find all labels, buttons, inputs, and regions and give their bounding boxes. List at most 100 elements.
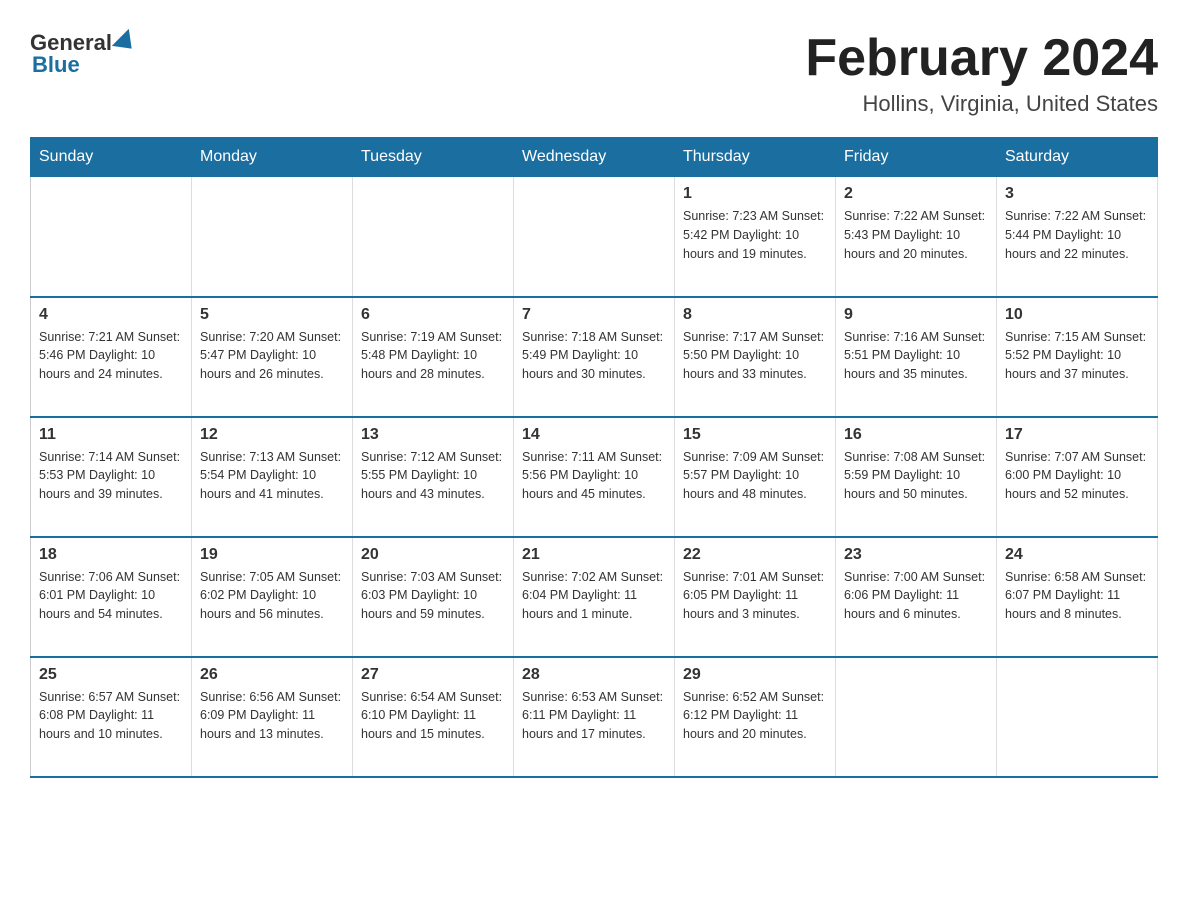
day-info: Sunrise: 7:14 AM Sunset: 5:53 PM Dayligh… (39, 448, 183, 504)
day-number: 17 (1005, 426, 1149, 444)
day-info: Sunrise: 7:03 AM Sunset: 6:03 PM Dayligh… (361, 568, 505, 624)
calendar-day-17: 17 Sunrise: 7:07 AM Sunset: 6:00 PM Dayli… (997, 417, 1158, 537)
day-number: 21 (522, 546, 666, 564)
calendar-day-9: 9Sunrise: 7:16 AM Sunset: 5:51 PM Daylig… (836, 297, 997, 417)
day-info: Sunrise: 7:22 AM Sunset: 5:43 PM Dayligh… (844, 207, 988, 263)
day-info: Sunrise: 7:11 AM Sunset: 5:56 PM Dayligh… (522, 448, 666, 504)
day-number: 12 (200, 426, 344, 444)
day-number: 8 (683, 306, 827, 324)
calendar-empty-cell (836, 657, 997, 777)
day-number: 9 (844, 306, 988, 324)
calendar-day-12: 12 Sunrise: 7:13 AM Sunset: 5:54 PM Dayli… (192, 417, 353, 537)
calendar-day-29: 29 Sunrise: 6:52 AM Sunset: 6:12 PM Dayli… (675, 657, 836, 777)
calendar-day-19: 19 Sunrise: 7:05 AM Sunset: 6:02 PM Dayli… (192, 537, 353, 657)
calendar-day-10: 10Sunrise: 7:15 AM Sunset: 5:52 PM Dayli… (997, 297, 1158, 417)
calendar-day-13: 13Sunrise: 7:12 AM Sunset: 5:55 PM Dayli… (353, 417, 514, 537)
day-info: Sunrise: 7:18 AM Sunset: 5:49 PM Dayligh… (522, 328, 666, 384)
day-info: Sunrise: 6:56 AM Sunset: 6:09 PM Dayligh… (200, 688, 344, 744)
day-info: Sunrise: 6:54 AM Sunset: 6:10 PM Dayligh… (361, 688, 505, 744)
calendar-day-21: 21 Sunrise: 7:02 AM Sunset: 6:04 PM Dayli… (514, 537, 675, 657)
weekday-header-monday: Monday (192, 138, 353, 177)
calendar-week-row: 25 Sunrise: 6:57 AM Sunset: 6:08 PM Dayli… (31, 657, 1158, 777)
calendar-week-row: 18Sunrise: 7:06 AM Sunset: 6:01 PM Dayli… (31, 537, 1158, 657)
day-info: Sunrise: 7:08 AM Sunset: 5:59 PM Dayligh… (844, 448, 988, 504)
weekday-header-sunday: Sunday (31, 138, 192, 177)
calendar-day-23: 23 Sunrise: 7:00 AM Sunset: 6:06 PM Dayli… (836, 537, 997, 657)
day-info: Sunrise: 7:09 AM Sunset: 5:57 PM Dayligh… (683, 448, 827, 504)
logo-arrow-icon (112, 29, 140, 57)
day-info: Sunrise: 6:53 AM Sunset: 6:11 PM Dayligh… (522, 688, 666, 744)
calendar-empty-cell (31, 177, 192, 297)
calendar-day-28: 28 Sunrise: 6:53 AM Sunset: 6:11 PM Dayli… (514, 657, 675, 777)
day-info: Sunrise: 7:00 AM Sunset: 6:06 PM Dayligh… (844, 568, 988, 624)
day-number: 22 (683, 546, 827, 564)
calendar-day-5: 5Sunrise: 7:20 AM Sunset: 5:47 PM Daylig… (192, 297, 353, 417)
day-number: 26 (200, 666, 344, 684)
calendar-day-27: 27 Sunrise: 6:54 AM Sunset: 6:10 PM Dayli… (353, 657, 514, 777)
calendar-day-7: 7 Sunrise: 7:18 AM Sunset: 5:49 PM Daylig… (514, 297, 675, 417)
calendar-day-22: 22 Sunrise: 7:01 AM Sunset: 6:05 PM Dayli… (675, 537, 836, 657)
calendar-day-24: 24 Sunrise: 6:58 AM Sunset: 6:07 PM Dayli… (997, 537, 1158, 657)
calendar-header-row: SundayMondayTuesdayWednesdayThursdayFrid… (31, 138, 1158, 177)
calendar-day-2: 2 Sunrise: 7:22 AM Sunset: 5:43 PM Daylig… (836, 177, 997, 297)
logo-blue-text: Blue (32, 52, 80, 78)
calendar-table: SundayMondayTuesdayWednesdayThursdayFrid… (30, 137, 1158, 778)
day-info: Sunrise: 7:22 AM Sunset: 5:44 PM Dayligh… (1005, 207, 1149, 263)
calendar-week-row: 11 Sunrise: 7:14 AM Sunset: 5:53 PM Dayli… (31, 417, 1158, 537)
day-info: Sunrise: 6:57 AM Sunset: 6:08 PM Dayligh… (39, 688, 183, 744)
day-number: 15 (683, 426, 827, 444)
calendar-empty-cell (997, 657, 1158, 777)
day-number: 23 (844, 546, 988, 564)
calendar-day-8: 8 Sunrise: 7:17 AM Sunset: 5:50 PM Daylig… (675, 297, 836, 417)
day-number: 13 (361, 426, 505, 444)
day-info: Sunrise: 7:13 AM Sunset: 5:54 PM Dayligh… (200, 448, 344, 504)
day-info: Sunrise: 7:01 AM Sunset: 6:05 PM Dayligh… (683, 568, 827, 624)
page-header: General Blue February 2024 Hollins, Virg… (30, 30, 1158, 117)
calendar-day-4: 4Sunrise: 7:21 AM Sunset: 5:46 PM Daylig… (31, 297, 192, 417)
calendar-day-16: 16Sunrise: 7:08 AM Sunset: 5:59 PM Dayli… (836, 417, 997, 537)
day-number: 18 (39, 546, 183, 564)
day-number: 20 (361, 546, 505, 564)
day-info: Sunrise: 6:58 AM Sunset: 6:07 PM Dayligh… (1005, 568, 1149, 624)
day-number: 7 (522, 306, 666, 324)
day-number: 5 (200, 306, 344, 324)
calendar-day-18: 18Sunrise: 7:06 AM Sunset: 6:01 PM Dayli… (31, 537, 192, 657)
day-number: 29 (683, 666, 827, 684)
weekday-header-tuesday: Tuesday (353, 138, 514, 177)
calendar-empty-cell (192, 177, 353, 297)
weekday-header-thursday: Thursday (675, 138, 836, 177)
day-number: 19 (200, 546, 344, 564)
day-number: 3 (1005, 185, 1149, 203)
day-number: 11 (39, 426, 183, 444)
calendar-day-15: 15 Sunrise: 7:09 AM Sunset: 5:57 PM Dayli… (675, 417, 836, 537)
calendar-day-25: 25 Sunrise: 6:57 AM Sunset: 6:08 PM Dayli… (31, 657, 192, 777)
day-info: Sunrise: 6:52 AM Sunset: 6:12 PM Dayligh… (683, 688, 827, 744)
day-number: 27 (361, 666, 505, 684)
calendar-empty-cell (514, 177, 675, 297)
day-info: Sunrise: 7:05 AM Sunset: 6:02 PM Dayligh… (200, 568, 344, 624)
calendar-day-1: 1 Sunrise: 7:23 AM Sunset: 5:42 PM Daylig… (675, 177, 836, 297)
calendar-day-11: 11 Sunrise: 7:14 AM Sunset: 5:53 PM Dayli… (31, 417, 192, 537)
day-number: 24 (1005, 546, 1149, 564)
day-info: Sunrise: 7:17 AM Sunset: 5:50 PM Dayligh… (683, 328, 827, 384)
title-section: February 2024 Hollins, Virginia, United … (805, 30, 1158, 117)
calendar-day-14: 14 Sunrise: 7:11 AM Sunset: 5:56 PM Dayli… (514, 417, 675, 537)
calendar-week-row: 4Sunrise: 7:21 AM Sunset: 5:46 PM Daylig… (31, 297, 1158, 417)
weekday-header-saturday: Saturday (997, 138, 1158, 177)
calendar-week-row: 1 Sunrise: 7:23 AM Sunset: 5:42 PM Daylig… (31, 177, 1158, 297)
day-number: 2 (844, 185, 988, 203)
month-title: February 2024 (805, 30, 1158, 87)
day-info: Sunrise: 7:02 AM Sunset: 6:04 PM Dayligh… (522, 568, 666, 624)
day-number: 14 (522, 426, 666, 444)
calendar-day-6: 6Sunrise: 7:19 AM Sunset: 5:48 PM Daylig… (353, 297, 514, 417)
day-number: 1 (683, 185, 827, 203)
day-number: 4 (39, 306, 183, 324)
day-info: Sunrise: 7:07 AM Sunset: 6:00 PM Dayligh… (1005, 448, 1149, 504)
logo: General Blue (30, 30, 140, 78)
day-number: 25 (39, 666, 183, 684)
day-number: 28 (522, 666, 666, 684)
weekday-header-friday: Friday (836, 138, 997, 177)
day-number: 6 (361, 306, 505, 324)
day-number: 10 (1005, 306, 1149, 324)
day-info: Sunrise: 7:23 AM Sunset: 5:42 PM Dayligh… (683, 207, 827, 263)
